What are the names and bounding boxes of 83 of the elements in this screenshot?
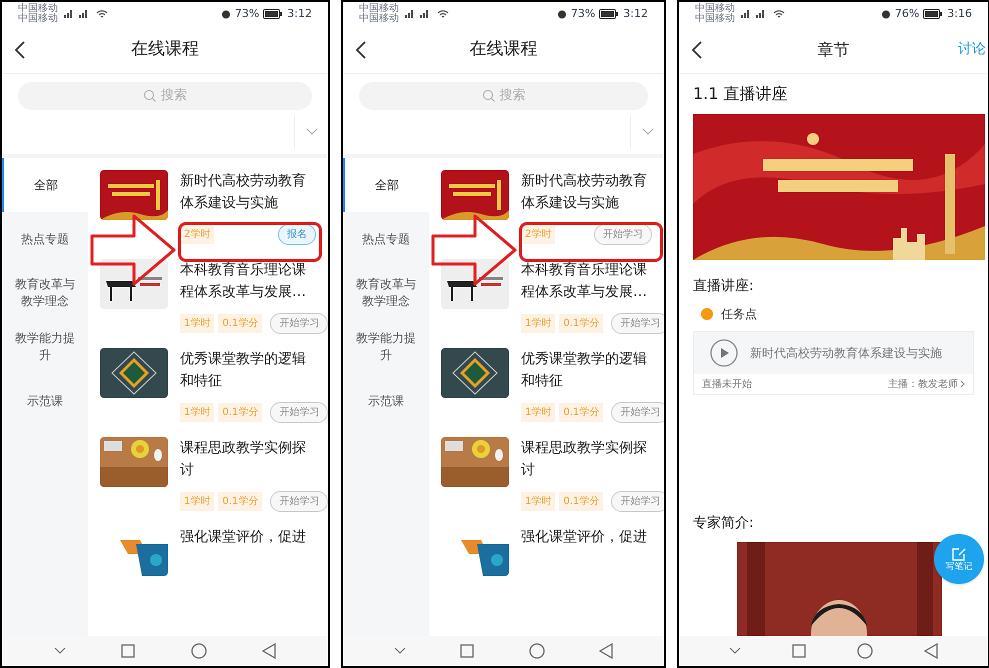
course-title[interactable]: 课程思政教学实例探讨 xyxy=(180,437,316,487)
hours-tag: 2学时 xyxy=(180,225,214,244)
hours-tag: 2学时 xyxy=(521,225,556,244)
battery-percent: 76% xyxy=(894,6,920,22)
play-icon[interactable] xyxy=(710,339,738,367)
section-label: 直播讲座: xyxy=(693,277,755,296)
hours-tag: 0.1学分 xyxy=(218,403,262,422)
recents-icon[interactable] xyxy=(792,644,806,658)
course-title[interactable]: 本科教育音乐理论课程体系改革与发展… xyxy=(521,259,652,309)
course-title[interactable]: 优秀课堂教学的逻辑和特征 xyxy=(521,348,652,398)
hours-tag: 0.1学分 xyxy=(559,403,604,422)
back-icon[interactable] xyxy=(355,40,367,60)
live-card[interactable]: 新时代高校劳动教育体系建设与实施 直播未开始 主播：教发老师 xyxy=(693,331,974,395)
category-item[interactable]: 教学能力提升 xyxy=(343,320,429,374)
hours-tag: 1学时 xyxy=(521,492,556,511)
task-point-label: 任务点 xyxy=(721,306,757,323)
course-title[interactable]: 强化课堂评价，促进 xyxy=(521,526,647,576)
carrier-label: 中国移动 xyxy=(359,14,399,24)
clock-time: 3:12 xyxy=(623,6,648,22)
carrier-label: 中国移动 xyxy=(695,14,735,24)
battery-icon xyxy=(923,9,944,19)
live-status: 直播未开始 xyxy=(702,378,752,392)
category-item[interactable]: 教育改革与教学理念 xyxy=(343,266,429,320)
battery-icon xyxy=(599,9,620,19)
category-item[interactable]: 示范课 xyxy=(2,374,88,428)
clock-time: 3:12 xyxy=(287,6,312,22)
hours-tag: 1学时 xyxy=(180,403,214,422)
wifi-icon xyxy=(96,9,108,19)
edit-icon xyxy=(951,546,967,562)
wifi-icon xyxy=(773,9,785,19)
page-title: 在线课程 xyxy=(131,38,199,61)
carrier-label: 中国移动 xyxy=(359,4,399,14)
category-item[interactable]: 教学能力提升 xyxy=(2,320,88,374)
search-icon xyxy=(482,89,496,103)
category-item[interactable]: 热点专题 xyxy=(343,212,429,266)
recents-icon[interactable] xyxy=(121,644,136,658)
section-label: 专家简介: xyxy=(693,514,755,533)
page-title: 章节 xyxy=(818,38,850,60)
back-icon[interactable] xyxy=(691,40,703,60)
course-title[interactable]: 优秀课堂教学的逻辑和特征 xyxy=(180,348,316,398)
category-item[interactable]: 热点专题 xyxy=(2,212,88,266)
home-icon[interactable] xyxy=(857,643,874,659)
back-icon[interactable] xyxy=(262,643,276,659)
page-title: 在线课程 xyxy=(470,38,538,61)
home-icon[interactable] xyxy=(190,643,207,659)
collapse-icon[interactable] xyxy=(394,647,406,655)
recents-icon[interactable] xyxy=(460,644,474,658)
hours-tag: 0.1学分 xyxy=(218,314,262,333)
category-item[interactable]: 教育改革与教学理念 xyxy=(2,266,88,320)
category-item[interactable]: 全部 xyxy=(343,158,429,212)
section-title: 1.1 直播讲座 xyxy=(693,83,789,105)
collapse-icon[interactable] xyxy=(728,647,741,655)
battery-percent: 73% xyxy=(234,6,260,22)
hours-tag: 0.1学分 xyxy=(559,314,604,333)
wifi-icon xyxy=(437,9,449,19)
carrier-label: 中国移动 xyxy=(18,4,58,14)
hours-tag: 1学时 xyxy=(180,314,214,333)
back-icon[interactable] xyxy=(924,643,938,659)
back-icon[interactable] xyxy=(14,40,26,60)
search-icon xyxy=(143,89,157,103)
category-item[interactable]: 示范课 xyxy=(343,374,429,428)
course-title[interactable]: 本科教育音乐理论课程体系改革与发展… xyxy=(180,259,316,309)
battery-percent: 73% xyxy=(570,6,596,22)
clock-time: 3:16 xyxy=(947,6,972,22)
hours-tag: 1学时 xyxy=(521,403,556,422)
hours-tag: 1学时 xyxy=(521,314,556,333)
hours-tag: 0.1学分 xyxy=(559,492,604,511)
category-item[interactable]: 全部 xyxy=(2,158,88,212)
chevron-icon xyxy=(960,380,965,388)
live-title: 新时代高校劳动教育体系建设与实施 xyxy=(750,345,942,362)
carrier-label: 中国移动 xyxy=(695,4,735,14)
back-icon[interactable] xyxy=(598,643,613,659)
carrier-label: 中国移动 xyxy=(18,14,58,24)
battery-icon xyxy=(263,9,284,19)
hours-tag: 1学时 xyxy=(180,492,214,511)
course-title[interactable]: 新时代高校劳动教育体系建设与实施 xyxy=(521,170,652,220)
course-title[interactable]: 强化课堂评价，促进 xyxy=(180,526,306,576)
course-title[interactable]: 新时代高校劳动教育体系建设与实施 xyxy=(180,170,316,220)
course-title[interactable]: 课程思政教学实例探讨 xyxy=(521,437,652,487)
collapse-icon[interactable] xyxy=(54,647,66,655)
hours-tag: 0.1学分 xyxy=(218,492,262,511)
host-link[interactable]: 主播：教发老师 xyxy=(888,376,965,392)
home-icon[interactable] xyxy=(528,643,545,659)
